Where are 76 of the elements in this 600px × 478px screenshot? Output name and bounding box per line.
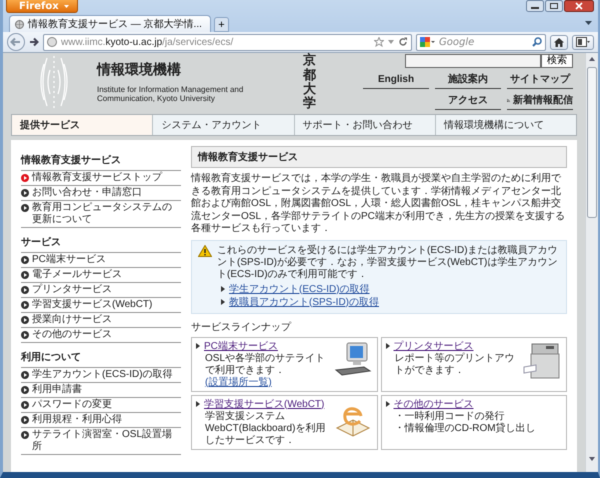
header-link[interactable]: アクセス xyxy=(435,91,501,110)
intro-paragraph: 情報教育支援サービスでは，本学の学生・教職員が授業や自主学習のために利用できる教育用コンピュータシステムを提供しています．学術情報メディアセンター北館および南館OSL，附属図書館OSL，人環・総人図書館OSL，桂キャンパス船井交流センターOSL，各学部サテライトのPC端末が利用でき，先生方の授業を支援する各種サービスも行っています． xyxy=(191,173,566,236)
site-title: 情報環境機構 xyxy=(97,61,182,79)
sidebar-heading: 利用について xyxy=(21,347,181,368)
star-icon[interactable] xyxy=(374,37,384,47)
site-subtitle: Institute for Information Management and Communication, Kyoto University xyxy=(97,85,244,103)
sidebar-link[interactable]: PC端末サービス xyxy=(32,254,181,266)
triangle-icon xyxy=(386,343,390,349)
header-link[interactable]: サイトマップ xyxy=(507,70,573,89)
search-icon[interactable] xyxy=(532,37,542,47)
bookmarks-icon xyxy=(576,37,590,47)
sidebar-link[interactable]: 学習支援サービス(WebCT) xyxy=(32,299,181,311)
service-item: ・情報倫理のCD-ROM貸し出し xyxy=(394,422,537,434)
home-button[interactable] xyxy=(550,34,568,50)
site-search-field[interactable] xyxy=(405,54,541,68)
location-link[interactable]: (設置場所一覧) xyxy=(205,376,330,388)
google-icon xyxy=(420,37,436,47)
triangle-icon xyxy=(221,299,225,305)
service-description: レポート等のプリントアウトができます． xyxy=(394,352,516,376)
sidebar-link[interactable]: その他のサービス xyxy=(32,329,181,341)
sidebar-link[interactable]: 授業向けサービス xyxy=(32,314,181,326)
university-name: 京都大学 xyxy=(303,53,316,111)
search-bar[interactable]: Google xyxy=(416,34,546,50)
browser-tab[interactable]: 情報教育支援サービス — 京都大学情... xyxy=(9,15,211,32)
service-description: OSLや各学部のサテライトで利用できます． xyxy=(205,352,326,376)
service-link[interactable]: プリンタサービス xyxy=(394,340,474,352)
search-field[interactable]: Google xyxy=(439,36,529,48)
triangle-icon xyxy=(196,401,200,407)
sidebar-link[interactable]: サテライト演習室・OSL設置場所 xyxy=(32,429,181,453)
dropdown-icon[interactable] xyxy=(388,40,394,44)
triangle-icon xyxy=(386,401,390,407)
new-tab-button[interactable]: + xyxy=(214,17,229,32)
warning-icon xyxy=(198,244,212,256)
notice-text: これらのサービスを受けるには学生アカウント(ECS-ID)または教職員アカウント(SPS-ID)が必要です．なお，学習支援サービス(WebCT)は学生アカウント(ECS-ID)のみで利用可能です． xyxy=(217,244,559,280)
sidebar-link[interactable]: お問い合わせ・申請窓口 xyxy=(32,187,181,199)
bookmarks-button[interactable] xyxy=(572,34,594,50)
sidebar-link[interactable]: 情報教育支援サービストップ xyxy=(32,172,181,184)
lineup-title: サービスラインナップ xyxy=(191,320,292,334)
service-item: ・一時利用コードの発行 xyxy=(394,410,506,422)
service-description: 学習支援システムWebCT(Blackboard)を利用したサービスです． xyxy=(205,410,326,446)
forward-icon[interactable] xyxy=(29,37,39,47)
triangle-icon xyxy=(196,343,200,349)
header-link[interactable]: 新着情報配信 xyxy=(507,91,573,110)
service-link[interactable]: その他のサービス xyxy=(394,398,474,410)
sidebar-link[interactable]: パスワードの変更 xyxy=(32,399,181,411)
search-button[interactable]: 検索 xyxy=(541,54,573,68)
home-icon xyxy=(554,38,564,46)
nav-tab[interactable]: サポート・お問い合わせ xyxy=(294,115,436,135)
address-bar[interactable]: www.iimc.kyoto-u.ac.jp/ja/services/ecs/ xyxy=(43,34,412,50)
sidebar-link[interactable]: 利用規程・利用心得 xyxy=(32,414,181,426)
caret-icon xyxy=(64,4,69,8)
tab-list-icon[interactable] xyxy=(585,21,592,25)
header-link[interactable]: English xyxy=(363,70,429,89)
sidebar-heading: 情報教育支援サービス xyxy=(21,150,181,171)
notice-link[interactable]: 教職員アカウント(SPS-ID)の取得 xyxy=(229,296,379,308)
sidebar-link[interactable]: 教育用コンピュータシステムの更新について xyxy=(32,202,181,226)
maximize-icon[interactable] xyxy=(545,0,563,12)
service-link[interactable]: 学習支援サービス(WebCT) xyxy=(204,398,324,410)
header-link[interactable]: 施設案内 xyxy=(435,70,501,89)
nav-tab[interactable]: 提供サービス xyxy=(12,115,154,135)
sidebar-link[interactable]: プリンタサービス xyxy=(32,284,181,296)
close-icon[interactable] xyxy=(564,0,594,12)
globe-icon xyxy=(15,20,24,28)
section-heading: 情報教育支援サービス xyxy=(191,146,567,168)
service-link[interactable]: PC端末サービス xyxy=(204,340,278,352)
triangle-icon xyxy=(221,286,225,292)
nav-tab[interactable]: システム・アカウント xyxy=(153,115,294,135)
sidebar-link[interactable]: 利用申請書 xyxy=(32,384,181,396)
sidebar-link[interactable]: 学生アカウント(ECS-ID)の取得 xyxy=(32,369,181,381)
nav-tab[interactable]: 情報環境機構について xyxy=(436,115,576,135)
notice-link[interactable]: 学生アカウント(ECS-ID)の取得 xyxy=(229,282,370,296)
sidebar-link[interactable]: 電子メールサービス xyxy=(32,269,181,281)
sidebar-heading: サービス xyxy=(21,232,181,253)
minimize-icon[interactable] xyxy=(526,0,544,12)
site-icon xyxy=(47,37,57,47)
reload-icon[interactable] xyxy=(398,37,408,47)
